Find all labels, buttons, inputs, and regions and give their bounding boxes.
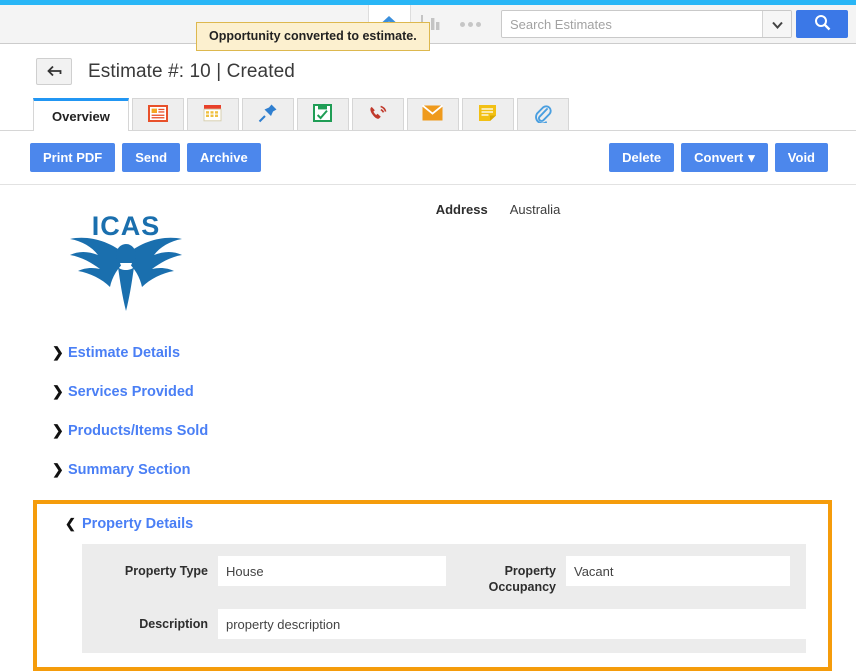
field-property-occupancy: Property Occupancy [466,556,790,595]
section-property-details[interactable]: ❮ Property Details [49,516,816,532]
search-area [491,5,856,43]
tab-overview-label: Overview [52,108,110,124]
action-toolbar: Print PDF Send Archive Delete Convert ▾ V… [0,131,856,185]
document-icon [147,104,168,125]
property-occupancy-input[interactable] [566,556,790,586]
chevron-right-icon: ❯ [52,344,64,360]
section-estimate-details[interactable]: ❯ Estimate Details [52,344,856,361]
record-tabs: Overview [0,97,856,131]
back-button[interactable] [36,58,72,85]
archive-button[interactable]: Archive [187,143,261,172]
phone-icon [368,104,388,126]
send-button[interactable]: Send [122,143,181,172]
section-summary-section-label: Summary Section [68,461,191,478]
more-dots-icon [468,21,474,27]
chevron-down-icon: ❮ [65,516,76,531]
search-input[interactable] [502,11,762,37]
more-dots-icon-button[interactable] [450,5,491,43]
search-group [501,10,792,38]
tab-documents[interactable] [131,98,184,130]
page-title: Estimate #: 10 | Created [88,60,295,82]
pin-icon [258,103,278,126]
search-button[interactable] [796,10,848,38]
convert-label: Convert [694,150,744,165]
delete-button[interactable]: Delete [609,143,675,172]
sections-list: ❯ Estimate Details ❯ Services Provided ❯… [0,318,856,478]
field-row: Description [98,609,816,639]
property-type-input[interactable] [218,556,446,586]
envelope-icon [422,104,444,124]
title-bar: Estimate #: 10 | Created [0,44,856,97]
property-occupancy-label: Property Occupancy [466,556,566,595]
property-details-panel: ❮ Property Details Property Type Propert… [33,500,832,671]
flash-tooltip: Opportunity converted to estimate. [196,22,430,51]
more-dots-icon [460,21,466,27]
search-icon [814,14,831,34]
field-row: Property Type Property Occupancy [98,556,790,595]
tab-notes[interactable] [461,98,514,130]
section-services-provided[interactable]: ❯ Services Provided [52,383,856,400]
description-label: Description [139,617,208,631]
task-checklist-icon [313,104,333,125]
convert-dropdown-button[interactable]: Convert ▾ [681,143,768,172]
tab-overview[interactable]: Overview [33,98,129,131]
tab-pinned[interactable] [241,98,294,130]
tab-tasks[interactable] [296,98,349,130]
note-icon [478,104,497,125]
field-property-type: Property Type [98,556,446,586]
chevron-right-icon: ❯ [52,383,64,399]
chevron-right-icon: ❯ [52,422,64,438]
print-pdf-button[interactable]: Print PDF [30,143,116,172]
tab-calendar[interactable] [186,98,239,130]
search-scope-dropdown[interactable] [762,11,791,37]
field-description: Description [98,609,816,639]
property-type-label: Property Type [124,564,208,578]
paperclip-icon [533,104,552,126]
property-occupancy-label-line2: Occupancy [488,580,556,594]
section-estimate-details-label: Estimate Details [68,344,181,361]
section-products-items-sold-label: Products/Items Sold [68,422,209,439]
calendar-icon [203,104,222,125]
address-label: Address [435,202,488,217]
section-products-items-sold[interactable]: ❯ Products/Items Sold [52,422,856,439]
chevron-down-icon: ▾ [748,150,755,165]
svg-text:ICAS: ICAS [92,211,161,241]
more-dots-icon [476,21,482,27]
property-fields: Property Type Property Occupancy Descrip… [82,544,816,653]
tab-calls[interactable] [351,98,404,130]
company-logo: ICAS [0,211,856,318]
section-summary-section[interactable]: ❯ Summary Section [52,461,856,478]
void-button[interactable]: Void [774,143,828,172]
property-occupancy-label-line1: Property [504,564,556,578]
tab-emails[interactable] [406,98,459,130]
description-input[interactable] [218,609,816,639]
back-arrow-icon [46,64,62,80]
tab-attachments[interactable] [516,98,569,130]
section-property-details-label: Property Details [82,516,194,532]
section-services-provided-label: Services Provided [68,383,194,400]
address-value: Australia [509,202,561,217]
chevron-right-icon: ❯ [52,461,64,477]
chevron-down-icon [771,17,783,32]
